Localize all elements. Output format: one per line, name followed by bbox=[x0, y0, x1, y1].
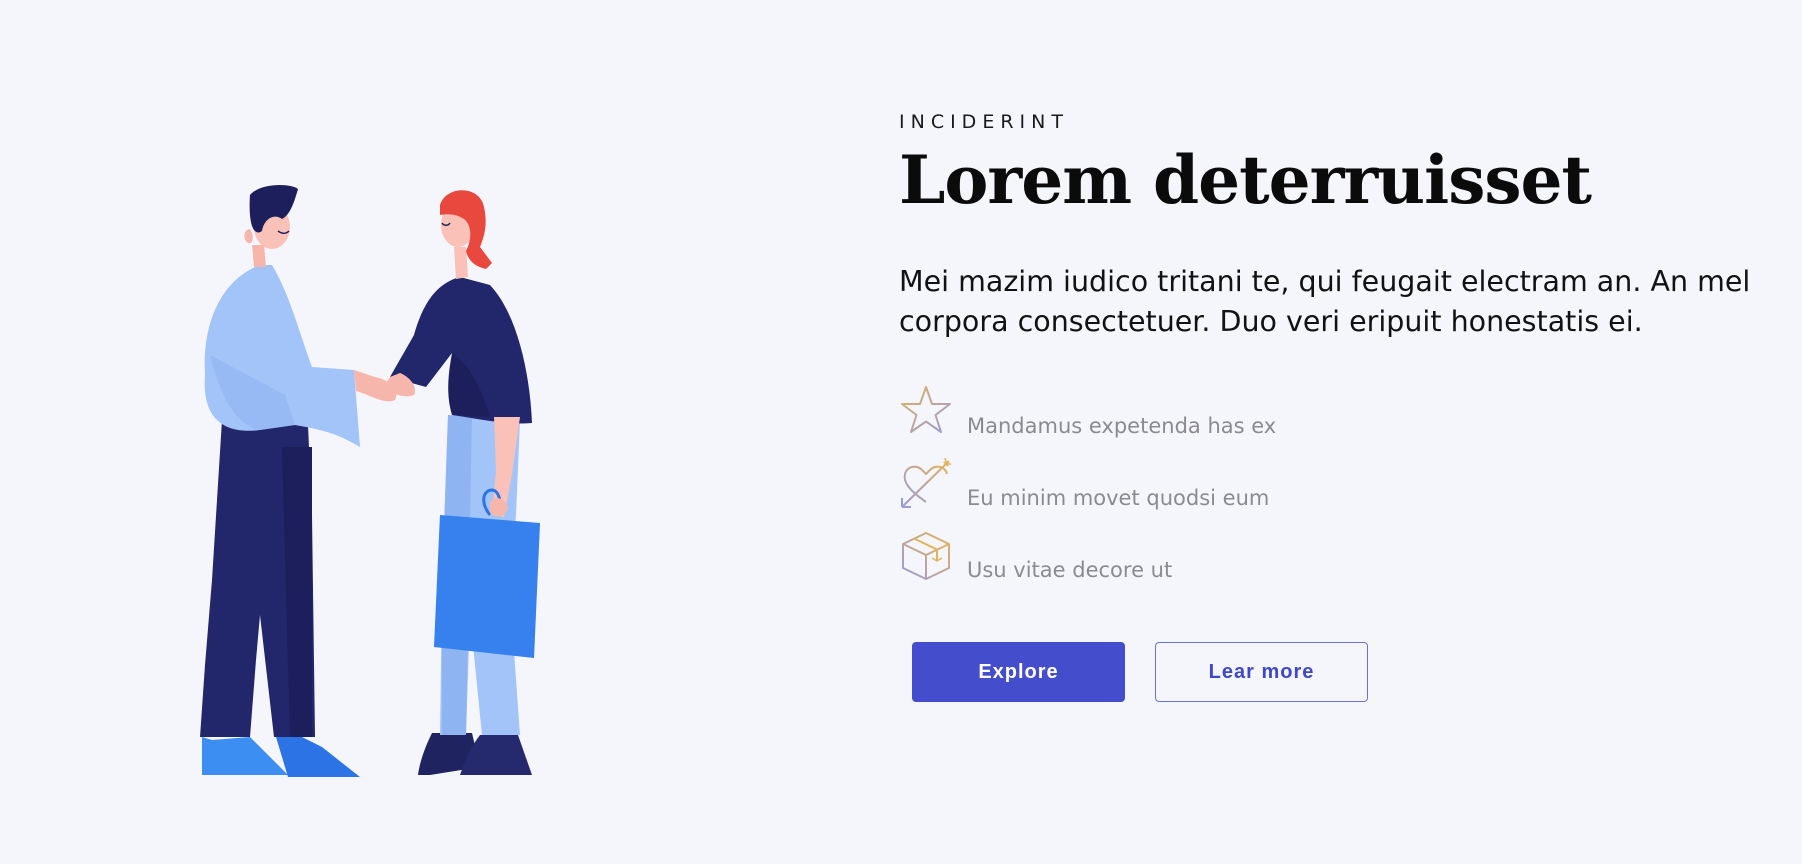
handshake-illustration bbox=[190, 185, 610, 785]
feature-label: Mandamus expetenda has ex bbox=[967, 414, 1277, 438]
page-title: Lorem deterruisset bbox=[899, 141, 1592, 219]
feature-label: Eu minim movet quodsi eum bbox=[967, 486, 1270, 510]
handshake-illustration-graphic bbox=[200, 185, 540, 777]
feature-item: Mandamus expetenda has ex bbox=[899, 382, 1759, 438]
star-icon bbox=[899, 384, 953, 438]
feature-item: Eu minim movet quodsi eum bbox=[899, 454, 1759, 510]
heart-arrow-icon bbox=[899, 456, 953, 510]
hero-actions: Explore Lear more bbox=[912, 642, 1759, 702]
box-icon bbox=[899, 528, 953, 582]
eyebrow-label: INCIDERINT bbox=[899, 111, 1069, 133]
lead-paragraph: Mei mazim iudico tritani te, qui feugait… bbox=[899, 265, 1751, 338]
explore-button[interactable]: Explore bbox=[912, 642, 1125, 702]
learn-more-button[interactable]: Lear more bbox=[1155, 642, 1368, 702]
feature-label: Usu vitae decore ut bbox=[967, 558, 1173, 582]
feature-list: Mandamus expetenda has ex Eu minim movet… bbox=[899, 382, 1759, 582]
feature-item: Usu vitae decore ut bbox=[899, 526, 1759, 582]
hero-content: INCIDERINT Lorem deterruisset Mei mazim … bbox=[899, 108, 1759, 702]
